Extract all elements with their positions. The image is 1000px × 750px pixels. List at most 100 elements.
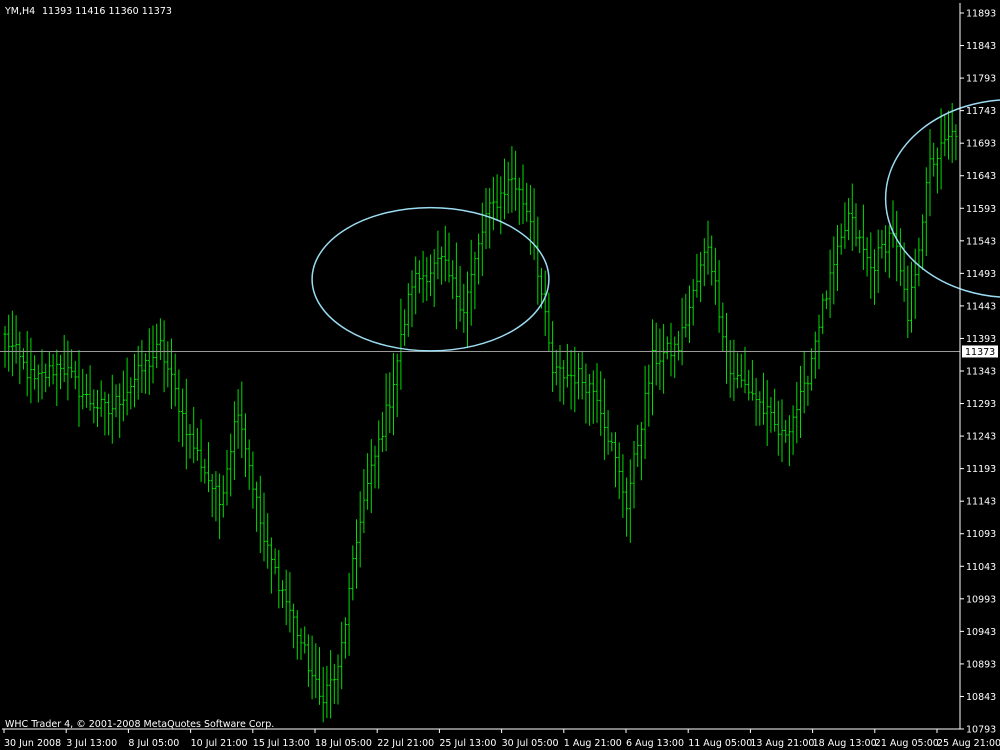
ohlc-bar [181,388,185,447]
ohlc-bar [103,391,107,436]
ohlc-bar [132,353,137,408]
ohlc-bar [495,174,499,220]
ohlc-bar [654,322,658,386]
ohlc-bar [369,439,373,514]
y-tick-label: 10793 [966,725,996,736]
ohlc-bar [292,603,296,649]
ohlc-bar [588,373,592,426]
y-tick-label: 11443 [966,301,996,312]
ohlc-bar [806,375,810,406]
ohlc-bar [169,338,174,410]
ohlc-bar [195,427,199,461]
ohlc-bar [621,454,625,518]
y-tick-label: 11543 [966,236,996,247]
ohlc-bar [110,374,114,444]
ohlc-bar [613,432,618,488]
annotation-ellipse [884,99,1000,298]
ohlc-bar [255,481,259,532]
x-tick-label: 1 Aug 21:00 [564,738,622,749]
ohlc-bar [121,370,125,422]
ohlc-bar [854,203,858,247]
ohlc-bar [395,353,399,418]
ohlc-bar [269,537,273,594]
ohlc-bar [136,345,140,400]
ohlc-bars [3,103,958,723]
ohlc-bar [499,176,503,235]
ohlc-bar [380,411,384,453]
y-tick-label: 11093 [966,529,996,540]
ohlc-bar [636,424,640,467]
ohlc-bar [206,442,211,493]
ohlc-bar [569,349,573,410]
ohlc-bar [817,314,821,370]
ohlc-bar [414,256,418,315]
y-tick-label: 11393 [966,334,996,345]
ohlc-bar [758,391,762,426]
ohlc-bar [399,298,403,390]
ohlc-bar [628,459,632,543]
ohlc-bar [595,363,599,423]
ohlc-bar [895,210,899,282]
ohlc-bar [543,270,547,336]
ohlc-bar [898,228,902,286]
ohlc-bar [303,626,307,654]
ohlc-bar [332,663,336,704]
ohlc-bar [425,257,429,302]
chart-window[interactable]: 11893 11843 11793 11743 11693 11643 11593 11543… [0,0,1000,750]
ohlc-bar [158,318,162,361]
ohlc-bar [813,331,817,379]
ohlc-bar [66,340,70,401]
x-tick-label: 25 Jul 13:00 [439,738,496,749]
ohlc-bar [410,270,414,328]
ohlc-chart[interactable]: 11893 11843 11793 11743 11693 11643 11593 11543… [0,0,1000,750]
ohlc-bar [288,572,292,633]
ohlc-bar [821,293,825,335]
ohlc-values-label: 11393 11416 11360 11373 [42,6,172,17]
ohlc-bar [610,432,614,452]
ohlc-bar [558,345,562,402]
ohlc-bar [236,389,240,449]
ohlc-bar [913,248,917,319]
ohlc-bar [850,183,854,251]
ohlc-bar [943,114,947,157]
ohlc-bar [514,150,518,211]
ohlc-bar [865,237,869,277]
ohlc-bar [732,339,736,402]
ohlc-bar [10,310,14,377]
x-tick-label: 10 Jul 21:00 [191,738,248,749]
ohlc-bar [373,445,377,489]
ohlc-bar [743,346,747,394]
ohlc-bar [525,182,529,222]
ohlc-bar [506,161,510,214]
ohlc-bar [565,343,569,388]
footer-copyright: WHC Trader 4, © 2001-2008 MetaQuotes Sof… [5,719,274,730]
ohlc-bar [750,359,754,401]
ohlc-bar [144,353,148,394]
ohlc-bar [240,381,244,459]
ohlc-bar [280,580,285,608]
ohlc-bar [562,359,566,405]
y-tick-label: 11343 [966,367,996,378]
ohlc-bar [687,285,692,343]
ohlc-bar [40,349,44,400]
ohlc-bar [147,328,151,395]
ohlc-bar [935,147,939,194]
ohlc-bar [277,550,281,609]
ohlc-bar [843,202,847,249]
ohlc-bar [77,349,81,427]
ohlc-bar [151,325,155,384]
ohlc-bar [295,610,299,660]
ohlc-bar [676,331,680,361]
ohlc-bar [44,363,48,393]
ohlc-bar [458,266,462,322]
ohlc-bar [321,666,325,723]
y-tick-label: 11043 [966,562,996,573]
ohlc-bar [362,469,366,534]
ohlc-bar [954,124,958,161]
ohlc-bar [695,253,699,298]
ohlc-bar [84,373,88,408]
ohlc-bar [266,513,270,569]
ohlc-bar [388,372,392,434]
ohlc-bar [747,369,751,401]
ohlc-bar [258,475,262,553]
